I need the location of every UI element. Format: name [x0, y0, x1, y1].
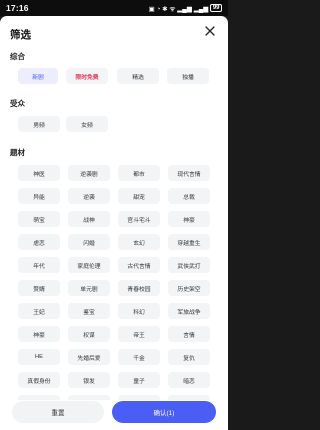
chip-overall-exclusive[interactable]: 独播	[167, 68, 209, 84]
chip-theme[interactable]: 异能	[18, 188, 60, 204]
sheet-title: 筛选	[10, 29, 31, 41]
status-time: 17:16	[6, 3, 29, 13]
chip-theme[interactable]: 家庭伦理	[68, 257, 110, 273]
chip-theme[interactable]: 古代言情	[118, 257, 160, 273]
chip-theme[interactable]: 现代言情	[168, 165, 210, 181]
chip-overall-featured[interactable]: 精选	[117, 68, 159, 84]
chip-theme[interactable]: HE	[18, 349, 60, 365]
section-label-audience: 受众	[10, 99, 25, 108]
chip-theme[interactable]: 暗恋	[168, 372, 210, 388]
battery-level: 99	[212, 5, 220, 11]
theme-row: HE 先婚后爱 千金 复仇	[18, 349, 210, 372]
chip-theme[interactable]: 虐恋	[18, 234, 60, 250]
chip-theme[interactable]: 逆袭	[68, 188, 110, 204]
chip-theme[interactable]: 王妃	[18, 303, 60, 319]
theme-row: 神豪 权谋 帝王 言情	[18, 326, 210, 349]
chip-theme[interactable]: 言情	[168, 326, 210, 342]
chip-theme[interactable]: 总裁	[168, 188, 210, 204]
section-label-themes: 题材	[10, 148, 25, 157]
chip-theme[interactable]: 玄幻	[118, 234, 160, 250]
chip-theme[interactable]: 复仇	[168, 349, 210, 365]
chip-theme[interactable]: 青春校园	[118, 280, 160, 296]
battery-icon: 99	[210, 4, 222, 12]
chip-theme[interactable]: 科幻	[118, 303, 160, 319]
reset-button[interactable]: 重置	[12, 401, 104, 423]
chip-theme[interactable]: 都市	[118, 165, 160, 181]
chip-theme[interactable]: 年代	[18, 257, 60, 273]
chip-theme[interactable]: 神豪	[168, 211, 210, 227]
chip-theme[interactable]: 甜宠	[118, 188, 160, 204]
chip-theme[interactable]: 萌宝	[18, 211, 60, 227]
chip-theme[interactable]: 童子	[118, 372, 160, 388]
chip-theme[interactable]: 千金	[118, 349, 160, 365]
chip-theme[interactable]: 逆袭剧	[68, 165, 110, 181]
chip-theme[interactable]: 真假身份	[18, 372, 60, 388]
chip-theme[interactable]: 闪婚	[68, 234, 110, 250]
theme-row: 王妃 鉴宝 科幻 军旅战争	[18, 303, 210, 326]
chip-audience-male[interactable]: 男频	[18, 116, 60, 132]
theme-row: 神医 逆袭剧 都市 现代言情	[18, 165, 210, 188]
chip-overall-new[interactable]: 新剧	[18, 68, 58, 84]
confirm-button[interactable]: 确认(1)	[112, 401, 216, 423]
chip-theme[interactable]: 战神	[68, 211, 110, 227]
chip-theme[interactable]: 军旅战争	[168, 303, 210, 319]
close-icon[interactable]	[203, 24, 217, 38]
chip-theme[interactable]: 历史架空	[168, 280, 210, 296]
status-bar: 17:16 ▣ ◔ ✱ ᯤ ▂▄▆ ▂▄▆ 99	[0, 0, 228, 16]
system-status-icons: ▣ ◔ ✱ ᯤ ▂▄▆ ▂▄▆	[148, 5, 209, 13]
chip-theme[interactable]: 单元剧	[68, 280, 110, 296]
chip-theme[interactable]: 银发	[68, 372, 110, 388]
theme-row: 异能 逆袭 甜宠 总裁	[18, 188, 210, 211]
chip-theme[interactable]: 穿越重生	[168, 234, 210, 250]
chip-theme[interactable]: 权谋	[68, 326, 110, 342]
chip-theme[interactable]: 武侠武打	[168, 257, 210, 273]
chip-theme[interactable]: 帝王	[118, 326, 160, 342]
chip-theme[interactable]: 鉴宝	[68, 303, 110, 319]
theme-row: 年代 家庭伦理 古代言情 武侠武打	[18, 257, 210, 280]
chip-theme[interactable]: 先婚后爱	[68, 349, 110, 365]
chip-theme[interactable]: 官斗宅斗	[118, 211, 160, 227]
section-label-overall: 综合	[10, 52, 25, 61]
theme-row: 萌宝 战神 官斗宅斗 神豪	[18, 211, 210, 234]
theme-row: 虐恋 闪婚 玄幻 穿越重生	[18, 234, 210, 257]
theme-row: 赘婿 单元剧 青春校园 历史架空	[18, 280, 210, 303]
chip-theme[interactable]: 赘婿	[18, 280, 60, 296]
chip-theme[interactable]: 神医	[18, 165, 60, 181]
chip-audience-female[interactable]: 女频	[66, 116, 108, 132]
theme-grid: 神医 逆袭剧 都市 现代言情 异能 逆袭 甜宠 总裁 萌宝 战神 官斗宅斗 神豪…	[18, 165, 210, 418]
filter-sheet: 筛选 综合 新剧 限时免费 精选 独播 受众 男频 女频 题材 神医 逆袭剧 都…	[0, 16, 228, 430]
theme-row: 真假身份 银发 童子 暗恋	[18, 372, 210, 395]
chip-theme[interactable]: 神豪	[18, 326, 60, 342]
chip-overall-free[interactable]: 限时免费	[66, 68, 108, 84]
status-icons: ▣ ◔ ✱ ᯤ ▂▄▆ ▂▄▆ 99	[149, 4, 222, 13]
